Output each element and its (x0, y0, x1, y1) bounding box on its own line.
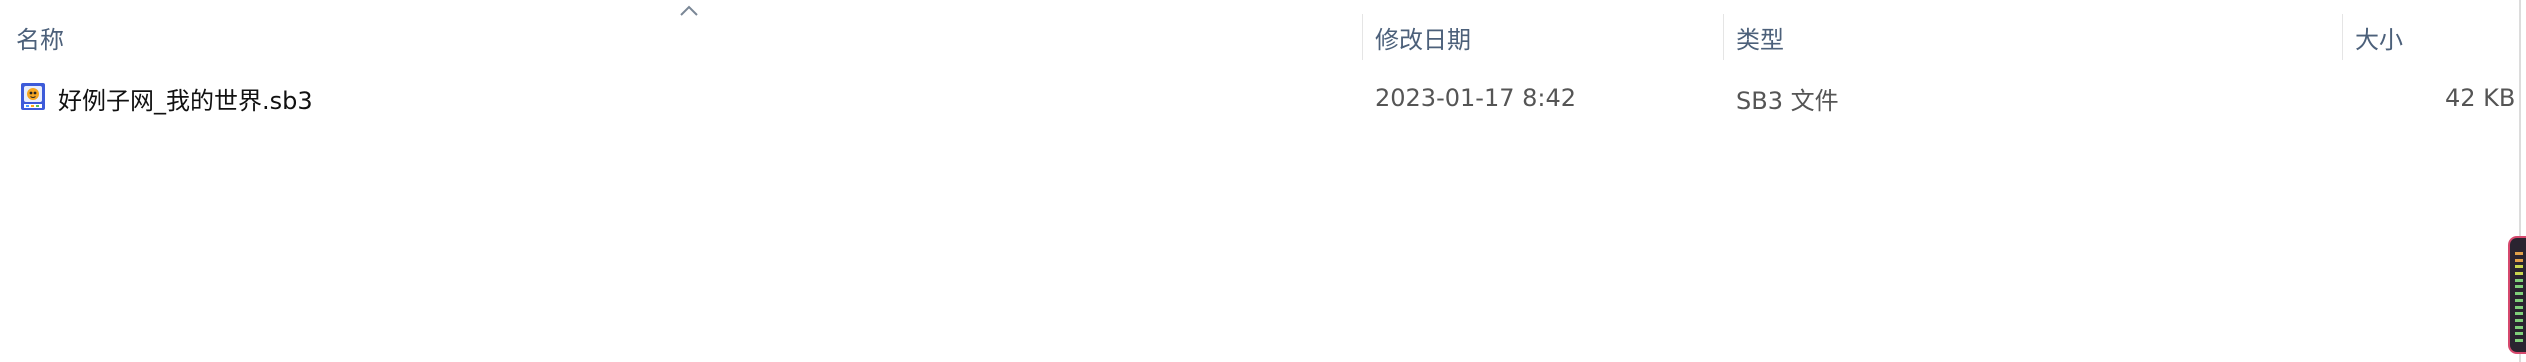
column-header-row: 名称 修改日期 类型 大小 (0, 0, 2526, 74)
column-header-modified[interactable]: 修改日期 (1375, 0, 1715, 74)
column-header-modified-label: 修改日期 (1375, 25, 1471, 54)
column-divider[interactable] (1723, 14, 1724, 60)
column-header-type-label: 类型 (1736, 25, 1784, 54)
file-type: SB3 文件 (1736, 86, 1839, 115)
column-header-name-label: 名称 (16, 25, 64, 54)
column-header-size[interactable]: 大小 (2355, 0, 2515, 74)
file-explorer: 名称 修改日期 类型 大小 好例子网_我的世界.sb3 2023-01-17 8… (0, 0, 2526, 362)
column-divider[interactable] (1362, 14, 1363, 60)
file-row[interactable]: 好例子网_我的世界.sb3 2023-01-17 8:42 SB3 文件 42 … (0, 74, 2520, 122)
audio-level-meter[interactable] (2508, 236, 2526, 354)
file-name: 好例子网_我的世界.sb3 (58, 86, 313, 115)
column-header-size-label: 大小 (2355, 25, 2403, 54)
sort-ascending-icon (680, 5, 698, 16)
file-size: 42 KB (2445, 84, 2516, 112)
file-modified-date: 2023-01-17 8:42 (1375, 84, 1576, 112)
column-header-type[interactable]: 类型 (1736, 0, 2326, 74)
level-bars (2515, 252, 2525, 342)
column-divider[interactable] (2342, 14, 2343, 60)
scratch-file-icon (21, 83, 45, 110)
